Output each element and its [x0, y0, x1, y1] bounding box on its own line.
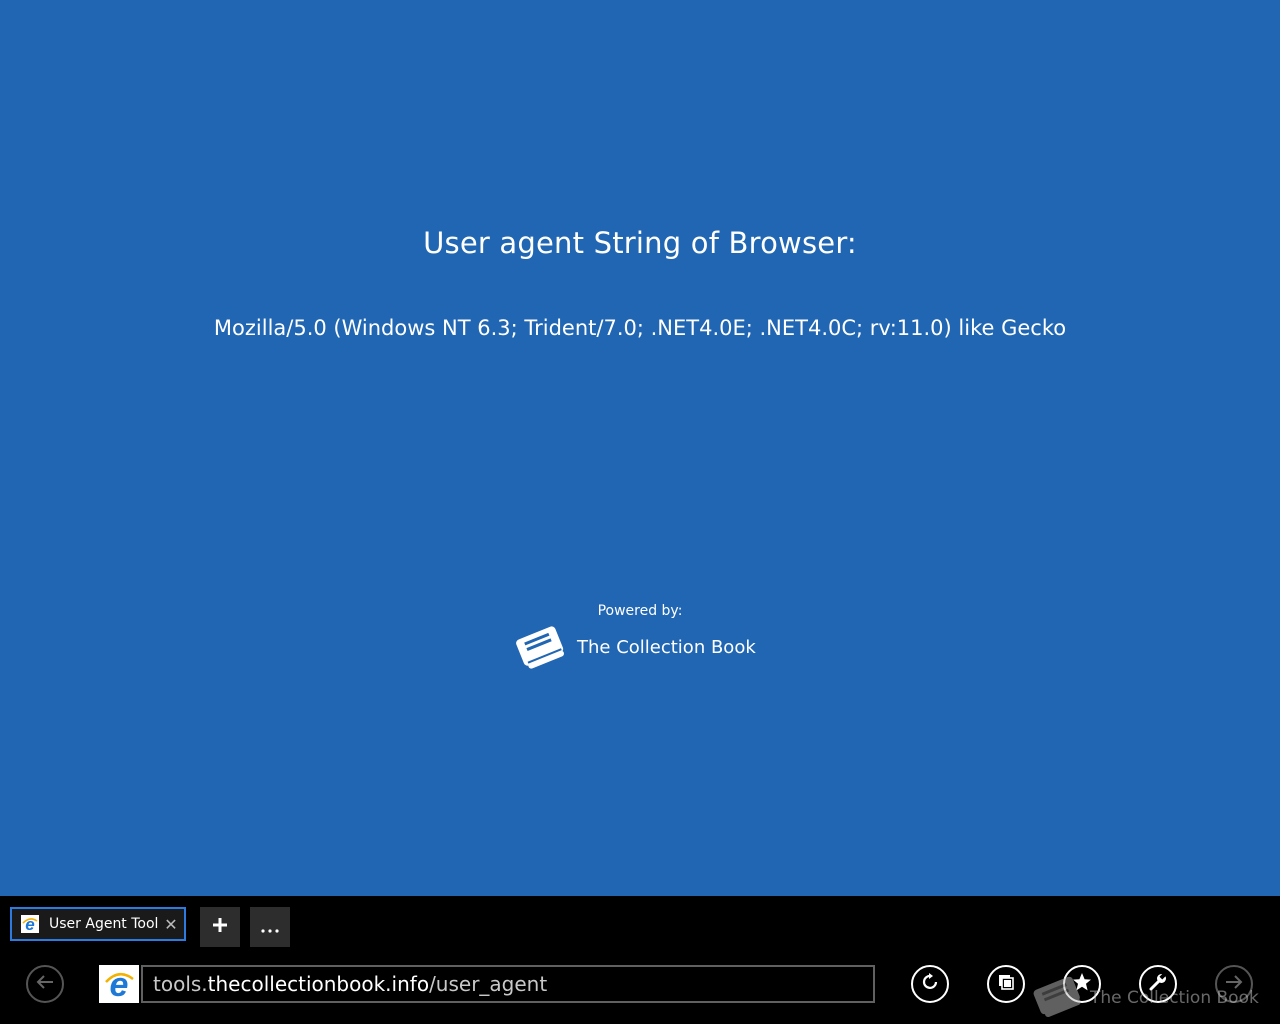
brand-link[interactable]: The Collection Book [513, 622, 756, 672]
page-heading: User agent String of Browser: [423, 226, 857, 260]
favorites-button[interactable] [1063, 965, 1101, 1003]
pages-icon [998, 974, 1014, 994]
brand-name: The Collection Book [577, 636, 756, 658]
address-bar[interactable]: tools. thecollectionbook.info/user_agent [141, 965, 875, 1003]
refresh-icon [920, 972, 940, 996]
pages-button[interactable] [987, 965, 1025, 1003]
forward-icon [1224, 974, 1244, 994]
more-icon [261, 918, 279, 937]
url-prefix: tools. [153, 972, 208, 996]
powered-by-label: Powered by: [597, 603, 683, 619]
tab-close-icon[interactable]: ✕ [160, 915, 182, 934]
forward-button[interactable] [1215, 965, 1253, 1003]
new-tab-button[interactable] [200, 907, 240, 947]
plus-icon [212, 917, 228, 937]
back-icon [35, 974, 55, 994]
url-path: /user_agent [429, 972, 548, 996]
svg-text:e: e [25, 915, 34, 933]
user-agent-string: Mozilla/5.0 (Windows NT 6.3; Trident/7.0… [213, 316, 1067, 340]
ie-favicon-icon: e [20, 914, 40, 934]
svg-text:e: e [110, 968, 129, 1000]
refresh-button[interactable] [911, 965, 949, 1003]
tab-title: User Agent Tool [49, 916, 159, 932]
tab-user-agent-tool[interactable]: e User Agent Tool ✕ [10, 907, 186, 941]
wrench-icon [1148, 972, 1168, 996]
tab-options-button[interactable] [250, 907, 290, 947]
url-domain: thecollectionbook.info [207, 972, 430, 996]
favorites-icon [1072, 972, 1092, 996]
page-tools-button[interactable] [1139, 965, 1177, 1003]
back-button[interactable] [26, 965, 64, 1003]
web-page-content: User agent String of Browser: Mozilla/5.… [0, 0, 1280, 896]
address-site-icon: e [99, 965, 139, 1003]
browser-app-bar: e User Agent Tool ✕ e tools. thecollecti… [0, 896, 1280, 1024]
book-icon [513, 622, 567, 672]
